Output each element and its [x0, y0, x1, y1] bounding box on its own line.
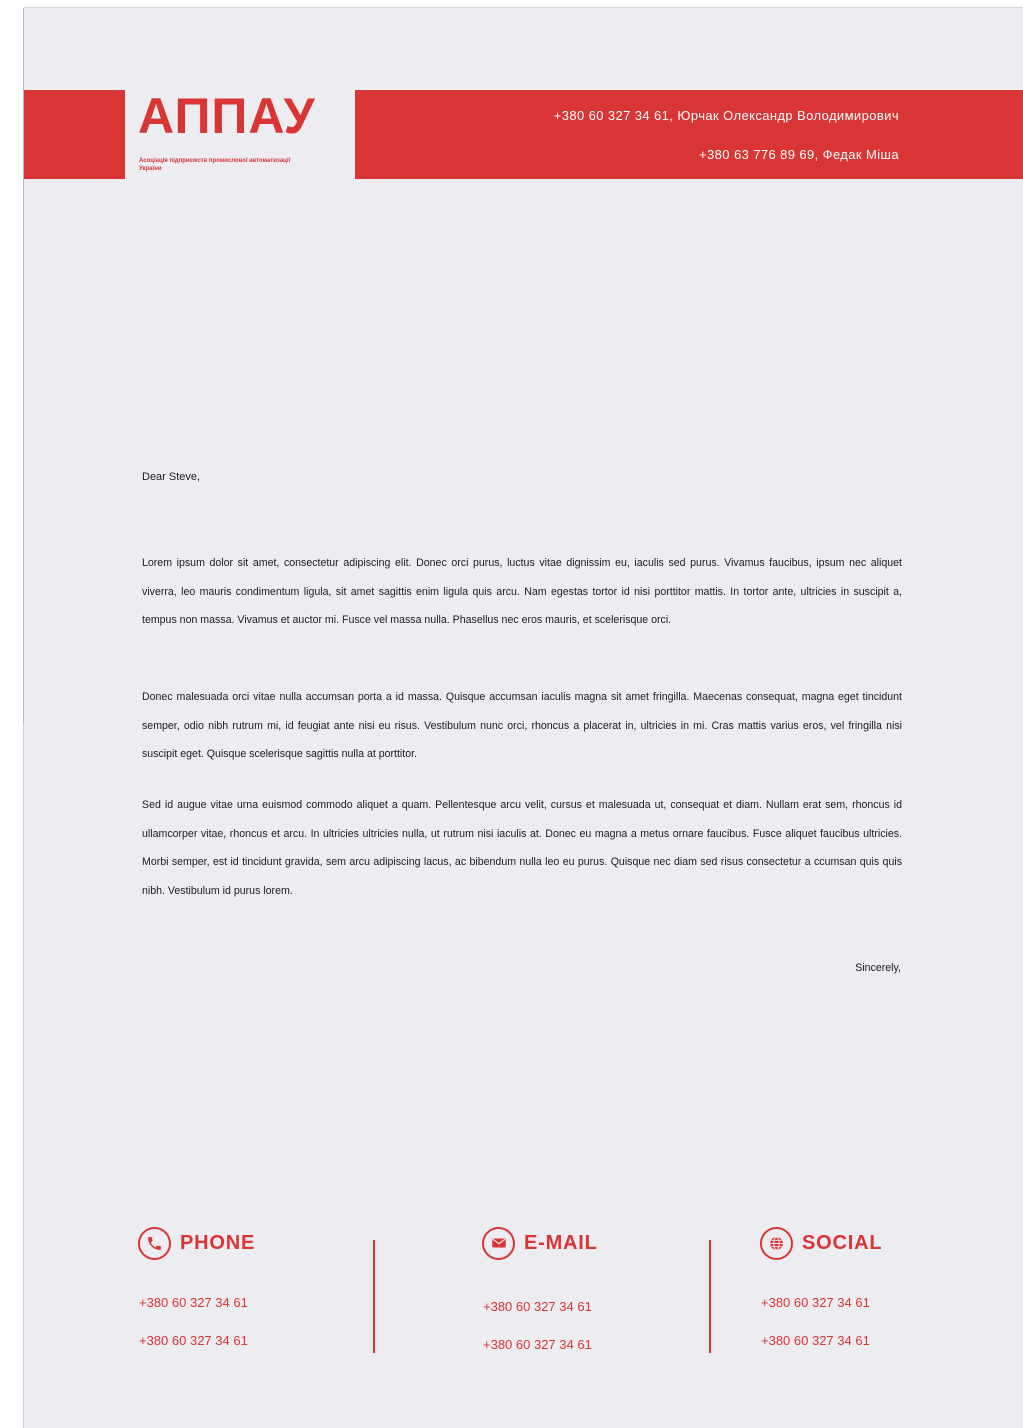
footer-divider: [373, 1240, 375, 1353]
footer-email-item: +380 60 327 34 61: [483, 1337, 592, 1352]
footer-phone-heading: PHONE: [138, 1225, 358, 1261]
letter-closing: Sincerely,: [855, 962, 901, 974]
logo-subtitle: Асоціація підприємств промислової автома…: [139, 158, 291, 172]
footer-phone-item: +380 60 327 34 61: [139, 1333, 248, 1348]
footer-social-title: SOCIAL: [802, 1232, 883, 1254]
footer-social-item: +380 60 327 34 61: [761, 1295, 870, 1310]
footer-social-heading: SOCIAL: [760, 1225, 980, 1261]
globe-icon: [760, 1226, 793, 1260]
header-band-left: [24, 90, 125, 179]
footer-phone-title: PHONE: [180, 1232, 256, 1254]
phone-icon: [138, 1226, 171, 1260]
logo: АППАУ: [138, 88, 316, 144]
footer-phone-section: PHONE +380 60 327 34 61 +380 60 327 34 6…: [138, 1225, 358, 1348]
footer-email-title: E-MAIL: [524, 1232, 598, 1254]
header-band-right: [355, 90, 1023, 179]
letter-greeting: Dear Steve,: [142, 471, 201, 483]
footer-social-section: SOCIAL +380 60 327 34 61 +380 60 327 34 …: [760, 1225, 980, 1348]
footer-divider: [709, 1240, 711, 1353]
footer-email-heading: E-MAIL: [482, 1225, 702, 1261]
footer-email-item: +380 60 327 34 61: [483, 1299, 592, 1314]
letter-paragraph-3: Sed id augue vitae urna euismod commodo …: [142, 799, 902, 897]
footer-social-item: +380 60 327 34 61: [761, 1333, 870, 1348]
footer-email-section: E-MAIL +380 60 327 34 61 +380 60 327 34 …: [482, 1225, 702, 1352]
header-contact-2: +380 63 776 89 69, Федак Міша: [699, 147, 899, 162]
header-contact-1: +380 60 327 34 61, Юрчак Олександр Волод…: [553, 108, 899, 123]
letter-paragraph-2: Donec malesuada orci vitae nulla accumsa…: [142, 691, 902, 760]
letter-paragraph-1: Lorem ipsum dolor sit amet, consectetur …: [142, 557, 902, 626]
envelope-icon: [482, 1226, 515, 1260]
footer-phone-item: +380 60 327 34 61: [139, 1295, 248, 1310]
